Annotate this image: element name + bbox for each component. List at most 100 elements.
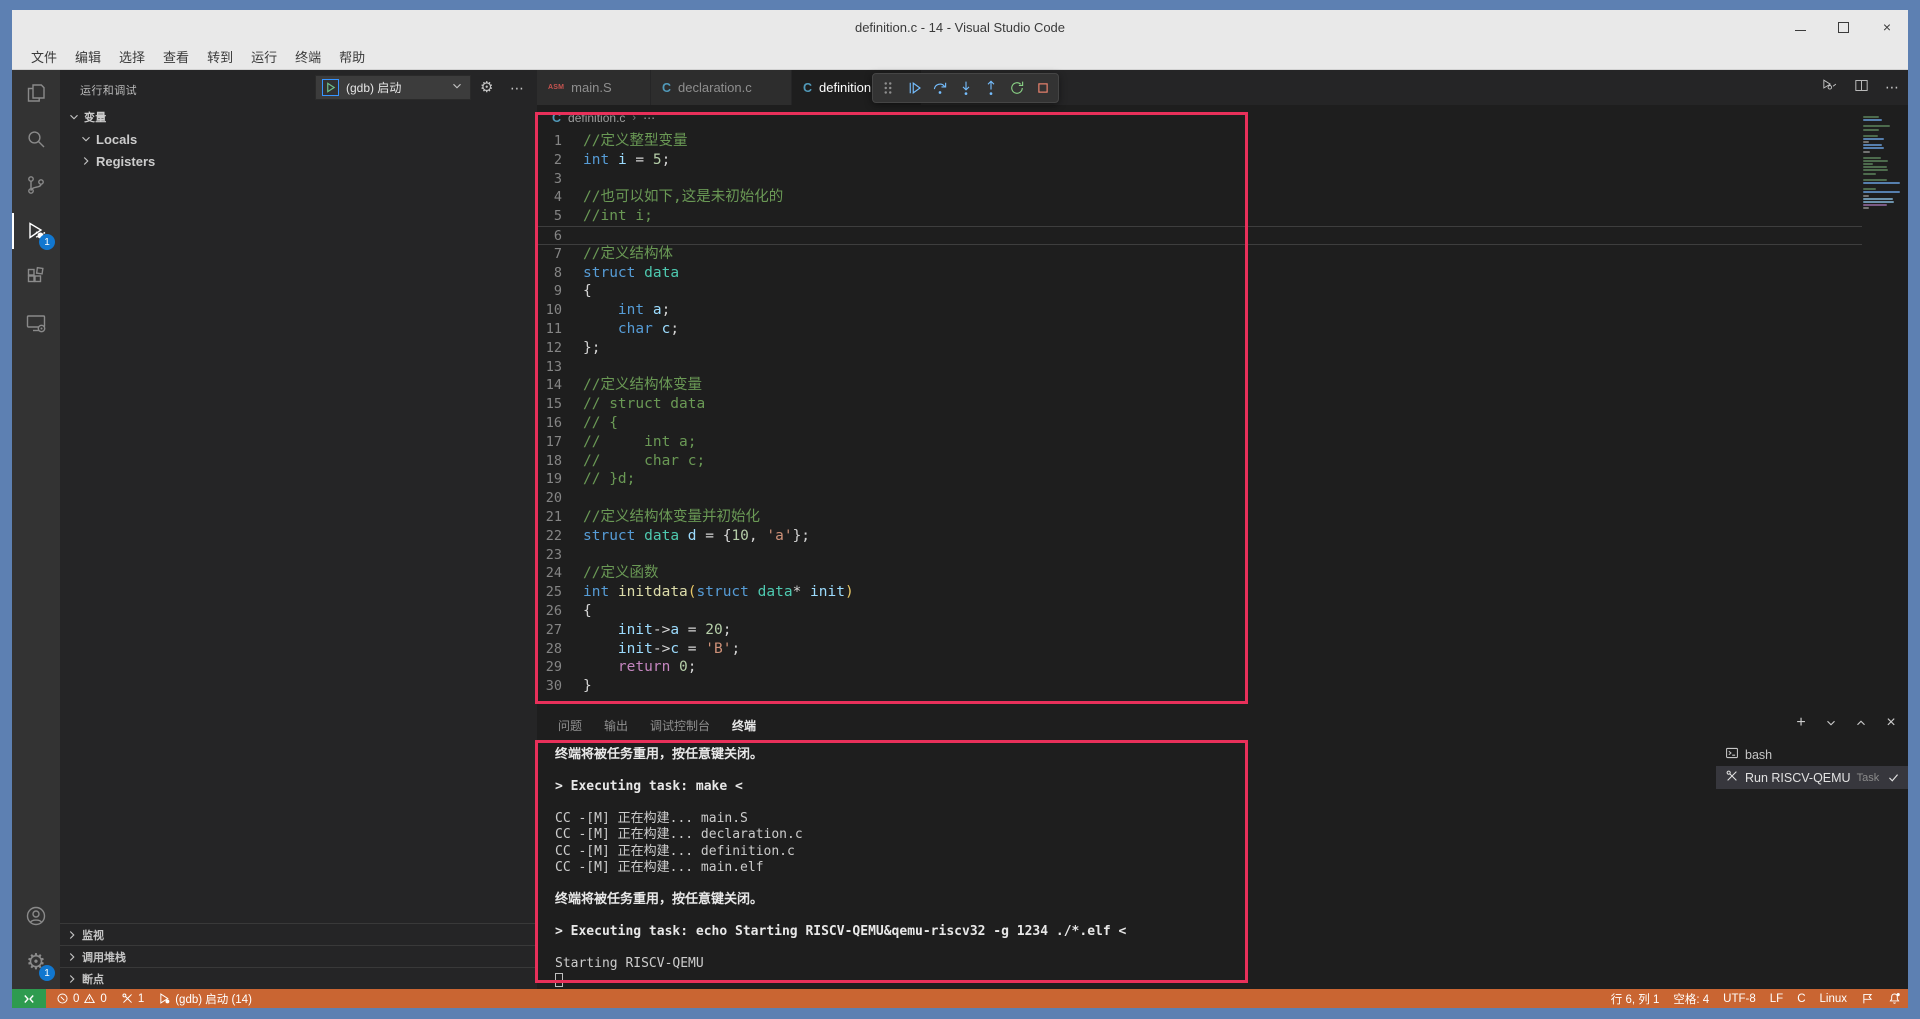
code-line[interactable]: 12}; xyxy=(537,339,1862,358)
tab-declaration.c[interactable]: Cdeclaration.c xyxy=(651,70,792,105)
code-line[interactable]: 3 xyxy=(537,170,1862,189)
token: data xyxy=(644,265,679,281)
code-line[interactable]: 26{ xyxy=(537,602,1862,621)
notifications[interactable] xyxy=(1881,989,1908,1008)
code-line[interactable]: 29 return 0; xyxy=(537,658,1862,677)
code-line[interactable]: 6 xyxy=(537,226,1862,245)
menu-item-文件[interactable]: 文件 xyxy=(22,44,66,69)
sidebar-section-监视[interactable]: 监视 xyxy=(60,923,537,945)
code-line[interactable]: 10 int a; xyxy=(537,301,1862,320)
code-line[interactable]: 24//定义函数 xyxy=(537,564,1862,583)
code-line[interactable]: 7//定义结构体 xyxy=(537,245,1862,264)
locals-node[interactable]: Locals xyxy=(60,128,537,150)
code-line[interactable]: 5//int i; xyxy=(537,207,1862,226)
run-and-debug-icon[interactable]: 1 xyxy=(12,208,60,254)
menu-item-编辑[interactable]: 编辑 xyxy=(66,44,110,69)
eol[interactable]: LF xyxy=(1763,989,1790,1008)
code-line[interactable]: 28 init->c = 'B'; xyxy=(537,640,1862,659)
code-line[interactable]: 20 xyxy=(537,489,1862,508)
source-control-icon[interactable] xyxy=(12,162,60,208)
panel-tab-终端[interactable]: 终端 xyxy=(721,710,767,741)
maximize-button[interactable] xyxy=(1838,22,1849,33)
settings-gear-icon[interactable]: ⚙ 1 xyxy=(12,939,60,985)
extensions-icon[interactable] xyxy=(12,254,60,300)
code-line[interactable]: 27 init->a = 20; xyxy=(537,621,1862,640)
menu-item-帮助[interactable]: 帮助 xyxy=(330,44,374,69)
run-or-debug-icon[interactable] xyxy=(1821,77,1838,99)
stop-icon[interactable] xyxy=(1032,77,1054,99)
terminal-instance-bash[interactable]: bash xyxy=(1716,743,1908,766)
code-line[interactable]: 1//定义整型变量 xyxy=(537,132,1862,151)
running-tasks[interactable]: 1 xyxy=(114,989,151,1008)
restart-icon[interactable] xyxy=(1006,77,1028,99)
breadcrumb[interactable]: C definition.c › ⋯ xyxy=(537,105,1908,131)
close-button[interactable]: × xyxy=(1880,20,1894,34)
variables-section[interactable]: 变量 xyxy=(60,106,537,128)
continue-icon[interactable] xyxy=(903,77,925,99)
code-line[interactable]: 4//也可以如下,这是未初始化的 xyxy=(537,188,1862,207)
menu-item-查看[interactable]: 查看 xyxy=(154,44,198,69)
terminal-dropdown-icon[interactable] xyxy=(1823,715,1839,731)
debug-config-dropdown[interactable]: (gdb) 启动 xyxy=(315,75,471,100)
remote-explorer-icon[interactable] xyxy=(12,300,60,346)
code-line[interactable]: 22struct data d = {10, 'a'}; xyxy=(537,527,1862,546)
start-debugging-icon[interactable] xyxy=(322,79,339,96)
menu-item-运行[interactable]: 运行 xyxy=(242,44,286,69)
more-actions-icon[interactable]: ⋯ xyxy=(1885,79,1900,96)
code-line[interactable]: 18// char c; xyxy=(537,452,1862,471)
menu-item-选择[interactable]: 选择 xyxy=(110,44,154,69)
code-line[interactable]: 17// int a; xyxy=(537,433,1862,452)
sidebar-section-断点[interactable]: 断点 xyxy=(60,967,537,989)
panel-tab-问题[interactable]: 问题 xyxy=(547,710,593,741)
panel-tab-输出[interactable]: 输出 xyxy=(593,710,639,741)
minimize-button[interactable] xyxy=(1795,23,1806,31)
code-line[interactable]: 11 char c; xyxy=(537,320,1862,339)
new-terminal-icon[interactable]: + xyxy=(1793,715,1809,731)
terminal-output[interactable]: 终端将被任务重用，按任意键关闭。> Executing task: make <… xyxy=(555,747,1708,989)
step-out-icon[interactable] xyxy=(980,77,1002,99)
code-editor[interactable]: 1//定义整型变量2int i = 5;34//也可以如下,这是未初始化的5//… xyxy=(537,132,1862,710)
code-line[interactable]: 8struct data xyxy=(537,264,1862,283)
tab-main.S[interactable]: ASMmain.S xyxy=(537,70,651,105)
terminal-line: CC -[M] 正在构建... main.S xyxy=(555,811,1708,827)
registers-node[interactable]: Registers xyxy=(60,150,537,172)
search-icon[interactable] xyxy=(12,116,60,162)
os-indicator[interactable]: Linux xyxy=(1813,989,1855,1008)
menu-item-终端[interactable]: 终端 xyxy=(286,44,330,69)
split-editor-icon[interactable] xyxy=(1853,77,1870,99)
sidebar-more-actions-icon[interactable]: ⋯ xyxy=(510,80,525,97)
debug-status[interactable]: (gdb) 启动 (14) xyxy=(151,989,259,1008)
sidebar-section-调用堆栈[interactable]: 调用堆栈 xyxy=(60,945,537,967)
line-number: 20 xyxy=(537,489,583,508)
encoding[interactable]: UTF-8 xyxy=(1716,989,1763,1008)
maximize-panel-icon[interactable] xyxy=(1853,715,1869,731)
menu-item-转到[interactable]: 转到 xyxy=(198,44,242,69)
code-line[interactable]: 25int initdata(struct data* init) xyxy=(537,583,1862,602)
accounts-icon[interactable] xyxy=(12,893,60,939)
code-line[interactable]: 13 xyxy=(537,358,1862,377)
terminal-instance-Run RISCV-QEMU[interactable]: Run RISCV-QEMUTask xyxy=(1716,766,1908,789)
code-line[interactable]: 16// { xyxy=(537,414,1862,433)
code-line[interactable]: 23 xyxy=(537,546,1862,565)
language-mode[interactable]: C xyxy=(1790,989,1812,1008)
feedback[interactable] xyxy=(1854,989,1881,1008)
cursor-position[interactable]: 行 6, 列 1 xyxy=(1604,989,1667,1008)
step-over-icon[interactable] xyxy=(929,77,951,99)
code-line[interactable]: 9{ xyxy=(537,282,1862,301)
panel-tab-调试控制台[interactable]: 调试控制台 xyxy=(639,710,721,741)
problems[interactable]: 00 xyxy=(49,989,114,1008)
step-into-icon[interactable] xyxy=(955,77,977,99)
debug-gear-icon[interactable]: ⚙ xyxy=(480,78,493,96)
code-line[interactable]: 2int i = 5; xyxy=(537,151,1862,170)
indentation[interactable]: 空格: 4 xyxy=(1666,989,1716,1008)
toolbar-drag-handle[interactable] xyxy=(877,77,899,99)
code-line[interactable]: 30} xyxy=(537,677,1862,696)
code-line[interactable]: 21//定义结构体变量并初始化 xyxy=(537,508,1862,527)
code-line[interactable]: 19// }d; xyxy=(537,470,1862,489)
code-line[interactable]: 15// struct data xyxy=(537,395,1862,414)
minimap[interactable] xyxy=(1863,116,1903,210)
remote-indicator[interactable] xyxy=(12,989,46,1008)
code-line[interactable]: 14//定义结构体变量 xyxy=(537,376,1862,395)
explorer-icon[interactable] xyxy=(12,70,60,116)
close-panel-icon[interactable]: × xyxy=(1883,715,1899,731)
